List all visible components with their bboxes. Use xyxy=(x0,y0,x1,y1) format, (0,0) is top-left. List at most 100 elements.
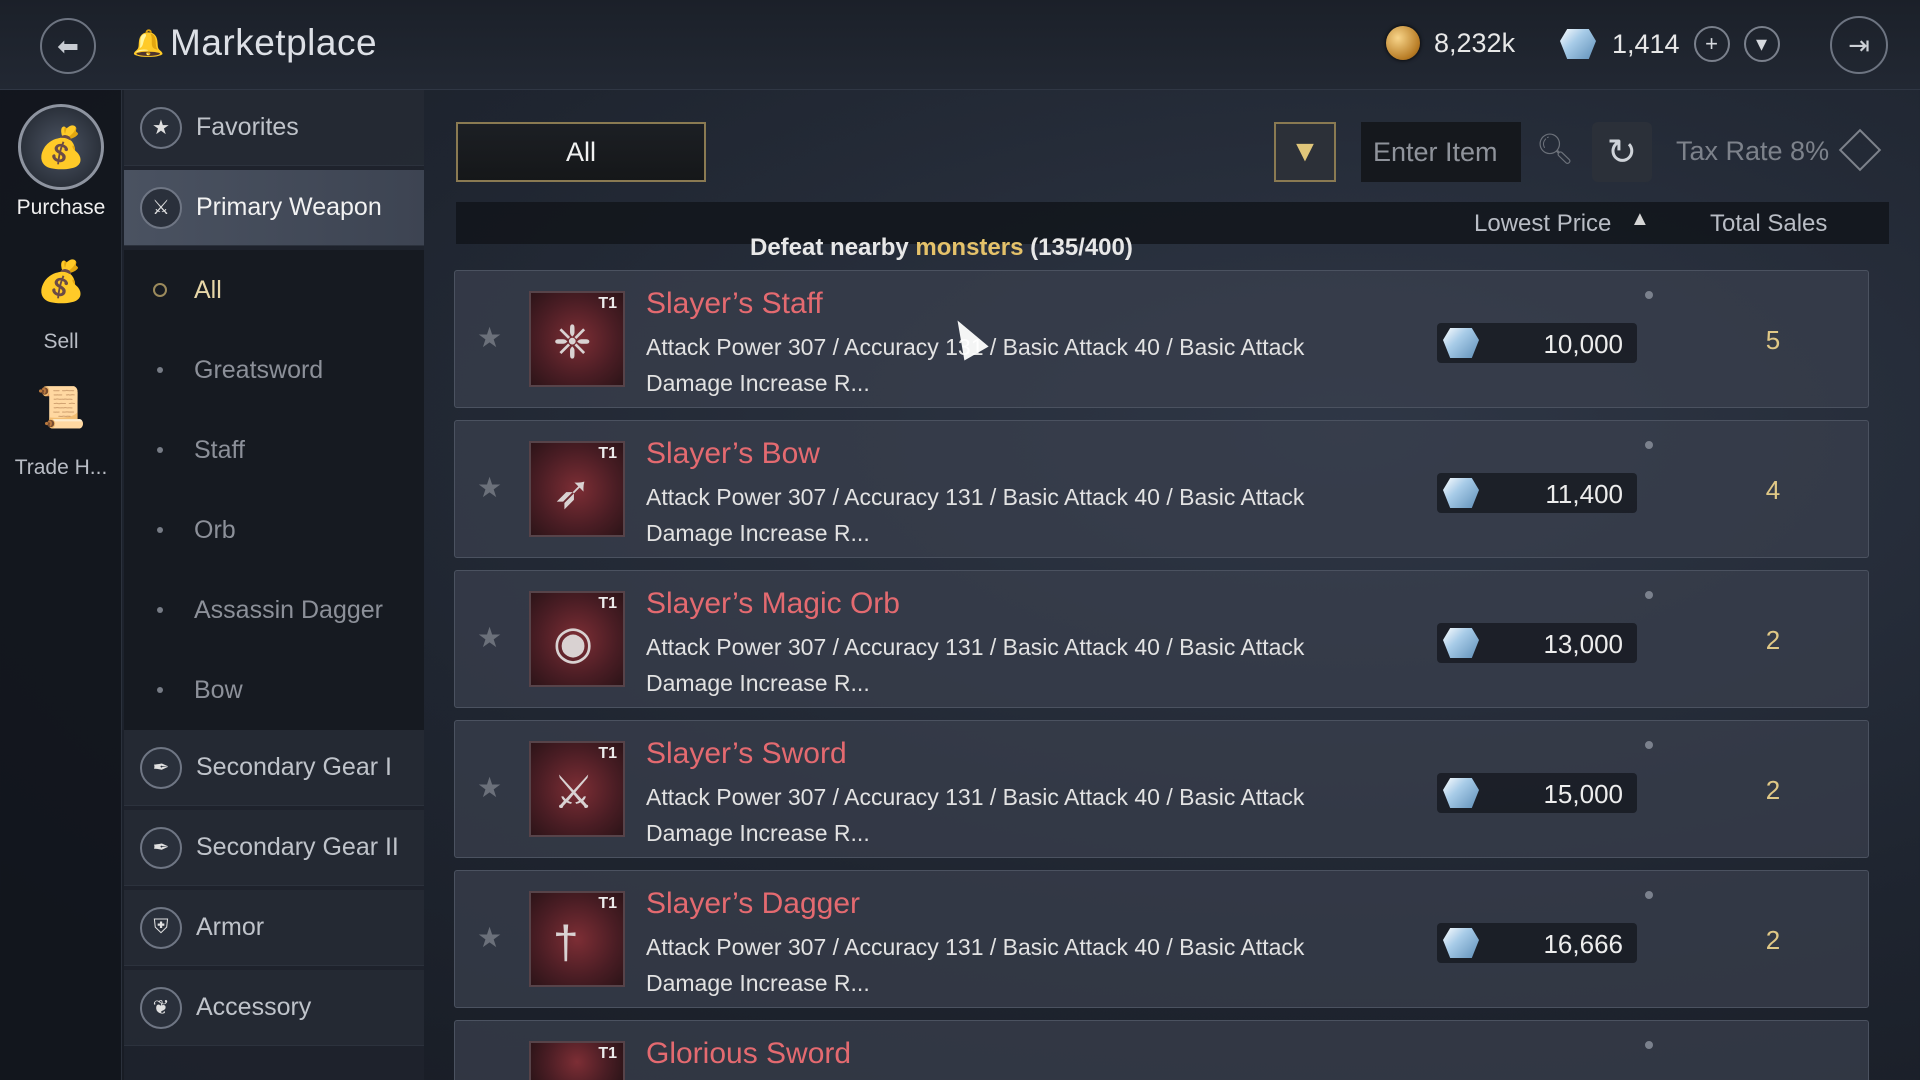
category-panel-lower: ✒ Secondary Gear I ✒ Secondary Gear II ⛨… xyxy=(124,730,424,1080)
subcategory-greatsword[interactable]: Greatsword xyxy=(124,330,424,410)
item-thumbnail: T1 ➶ xyxy=(529,441,625,537)
money-bag-down-icon: 💰 xyxy=(18,104,104,190)
favorite-star-icon[interactable]: ★ xyxy=(477,621,502,654)
item-sales: 5 xyxy=(1765,325,1781,355)
staff-icon: ❈ xyxy=(553,316,592,368)
category-accessory-label: Accessory xyxy=(196,993,312,1021)
item-row[interactable]: ★ T1 ➶ Slayer’s Bow Attack Power 307 / Ac… xyxy=(454,420,1869,558)
bullet-icon xyxy=(157,367,163,373)
tier-badge: T1 xyxy=(598,895,617,912)
category-accessory[interactable]: ❦ Accessory xyxy=(124,970,424,1046)
bullet-icon xyxy=(157,447,163,453)
favorite-star-icon[interactable]: ★ xyxy=(477,771,502,804)
gem-icon xyxy=(1560,29,1596,59)
bullet-icon xyxy=(157,687,163,693)
favorite-star-icon[interactable]: ★ xyxy=(477,321,502,354)
exit-button[interactable]: ⇥ xyxy=(1830,16,1888,74)
column-header: Lowest Price ▲ Total Sales xyxy=(456,202,1889,244)
subcategory-label: Assassin Dagger xyxy=(194,595,383,624)
item-thumbnail: T1 xyxy=(529,1041,625,1080)
subcategory-bow[interactable]: Bow xyxy=(124,650,424,730)
sort-ascending-icon[interactable]: ▲ xyxy=(1630,208,1650,231)
subcategory-label: Greatsword xyxy=(194,355,324,384)
subcategory-label: All xyxy=(194,275,222,304)
total-sales-header[interactable]: Total Sales xyxy=(1710,210,1827,238)
decor-dot xyxy=(1645,591,1653,599)
price-box: 15,000 xyxy=(1437,773,1637,813)
item-sales: 2 xyxy=(1765,775,1781,805)
gem-icon xyxy=(1443,328,1479,358)
search-input[interactable] xyxy=(1361,122,1521,182)
item-row[interactable]: T1 Glorious Sword xyxy=(454,1020,1869,1080)
sword-icon: ⚔ xyxy=(553,766,595,818)
item-price: 16,666 xyxy=(1543,929,1623,959)
feather-icon: ✒ xyxy=(140,746,182,789)
favorite-star-icon[interactable]: ★ xyxy=(477,921,502,954)
gold-coin-icon xyxy=(1386,26,1420,60)
quest-tracker[interactable]: Defeat nearby monsters (135/400) xyxy=(750,234,1133,262)
rail-sell[interactable]: 💰 Sell xyxy=(0,238,122,354)
item-price: 15,000 xyxy=(1543,779,1623,809)
back-arrow-icon: ⬅ xyxy=(57,30,79,61)
add-gems-button[interactable]: + xyxy=(1693,26,1730,62)
category-armor-label: Armor xyxy=(196,913,265,941)
subcategory-label: Orb xyxy=(194,515,236,544)
category-secondary-gear-2[interactable]: ✒ Secondary Gear II xyxy=(124,810,424,886)
item-row[interactable]: ★ T1 † Slayer’s Dagger Attack Power 307 /… xyxy=(454,870,1869,1008)
back-button[interactable]: ⬅ xyxy=(40,18,96,74)
rail-trade-history-label: Trade H... xyxy=(14,456,108,479)
item-row[interactable]: ★ T1 ❈ Slayer’s Staff Attack Power 307 / … xyxy=(454,270,1869,408)
subcategory-assassin-dagger[interactable]: Assassin Dagger xyxy=(124,570,424,650)
rail-purchase[interactable]: 💰 Purchase xyxy=(0,104,122,220)
item-description: Attack Power 307 / Accuracy 131 / Basic … xyxy=(646,334,1305,396)
item-name: Slayer’s Bow xyxy=(646,437,820,470)
subcategory-list: All Greatsword Staff Orb Assassin Dagger… xyxy=(124,250,424,730)
item-thumbnail: T1 † xyxy=(529,891,625,987)
favorite-star-icon[interactable]: ★ xyxy=(477,471,502,504)
item-price: 11,400 xyxy=(1545,479,1623,509)
lowest-price-header[interactable]: Lowest Price xyxy=(1474,210,1611,238)
item-name: Glorious Sword xyxy=(646,1037,852,1070)
tier-badge: T1 xyxy=(598,745,617,762)
star-icon: ★ xyxy=(140,106,182,149)
filter-button[interactable]: ▼ xyxy=(1274,122,1336,182)
category-secondary-gear-1[interactable]: ✒ Secondary Gear I xyxy=(124,730,424,806)
tier-badge: T1 xyxy=(598,445,617,462)
category-favorites[interactable]: ★ Favorites xyxy=(124,90,424,166)
exit-icon: ⇥ xyxy=(1848,29,1870,60)
item-sales: 2 xyxy=(1765,625,1781,655)
chevron-down-icon: ▾ xyxy=(1756,31,1768,56)
subcategory-all[interactable]: All xyxy=(124,250,424,330)
refresh-button[interactable]: ↻ xyxy=(1592,122,1652,182)
search-icon[interactable]: 🔍︎ xyxy=(1536,132,1574,167)
bullet-icon xyxy=(157,527,163,533)
price-box: 10,000 xyxy=(1437,323,1637,363)
item-description: Attack Power 307 / Accuracy 131 / Basic … xyxy=(646,934,1305,996)
bow-icon: ➶ xyxy=(553,466,592,518)
item-price: 10,000 xyxy=(1543,329,1623,359)
item-row[interactable]: ★ T1 ⚔ Slayer’s Sword Attack Power 307 / … xyxy=(454,720,1869,858)
tax-info-icon[interactable] xyxy=(1838,128,1882,172)
refresh-icon: ↻ xyxy=(1606,131,1638,172)
item-sales: 4 xyxy=(1765,475,1781,505)
plus-icon: + xyxy=(1705,31,1718,56)
category-armor[interactable]: ⛨ Armor xyxy=(124,890,424,966)
subcategory-orb[interactable]: Orb xyxy=(124,490,424,570)
item-price: 13,000 xyxy=(1543,629,1623,659)
tier-badge: T1 xyxy=(598,595,617,612)
decor-dot xyxy=(1645,441,1653,449)
decor-dot xyxy=(1645,1041,1653,1049)
subcategory-staff[interactable]: Staff xyxy=(124,410,424,490)
item-row[interactable]: ★ T1 ◉ Slayer’s Magic Orb Attack Power 30… xyxy=(454,570,1869,708)
item-name: Slayer’s Magic Orb xyxy=(646,587,900,620)
rail-sell-label: Sell xyxy=(43,330,79,353)
necklace-icon: ❦ xyxy=(140,986,182,1029)
rail-trade-history[interactable]: 📜 Trade H... xyxy=(0,364,122,480)
gold-balance: 8,232k xyxy=(1386,26,1515,60)
category-primary-weapon[interactable]: ⚔ Primary Weapon xyxy=(124,170,424,246)
filter-all-button[interactable]: All xyxy=(456,122,706,182)
funnel-icon: ▼ xyxy=(1290,135,1320,168)
currency-dropdown-button[interactable]: ▾ xyxy=(1743,26,1780,62)
gem-icon xyxy=(1443,628,1479,658)
top-bar: ⬅ 🔔 Marketplace 8,232k 1,414 + ▾ ⇥ xyxy=(0,0,1920,90)
